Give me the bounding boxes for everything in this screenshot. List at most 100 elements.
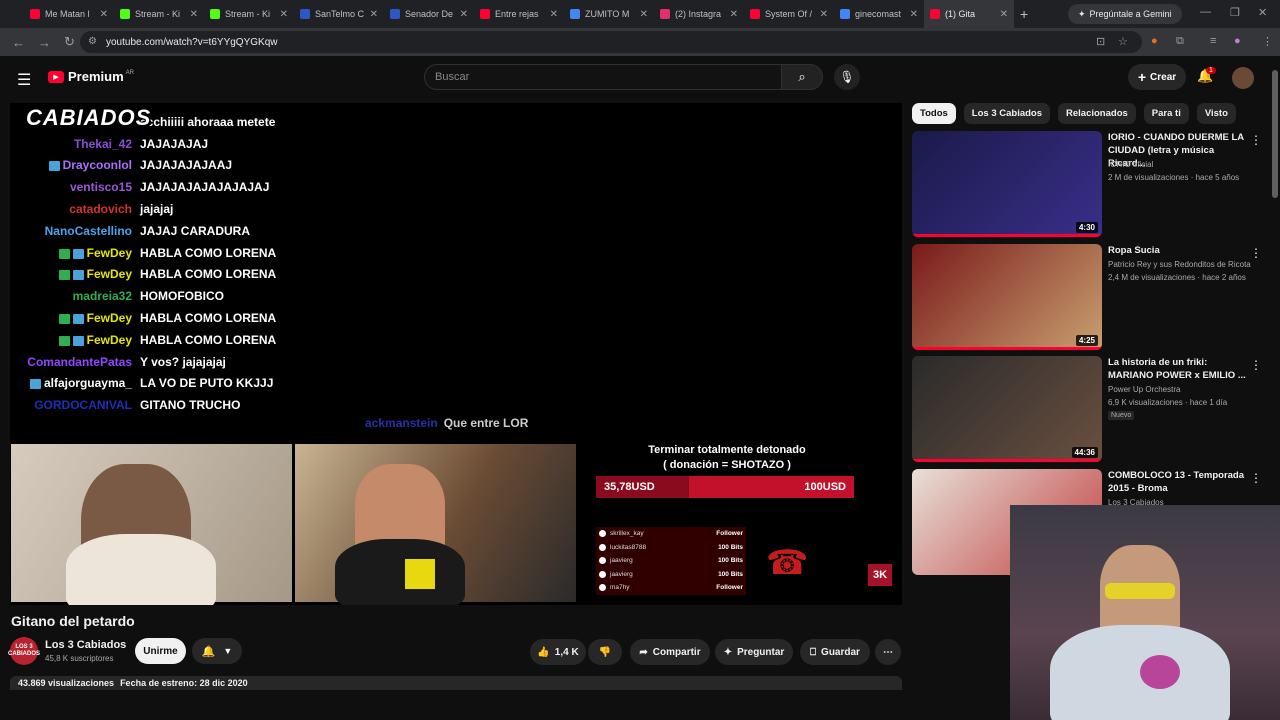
more-vertical-icon[interactable]: ⋮ xyxy=(1250,133,1262,147)
filter-chip[interactable]: Relacionados xyxy=(1058,103,1136,124)
browser-tab[interactable]: Stream - Ki ✕ xyxy=(114,0,204,28)
new-tab-icon[interactable]: + xyxy=(1020,6,1028,22)
channel-name[interactable]: Los 3 Cabiados xyxy=(45,639,126,651)
youtube-logo[interactable]: ▶ Premium AR xyxy=(48,69,134,84)
minimize-icon[interactable]: — xyxy=(1200,6,1211,18)
chat-username: FewDey xyxy=(18,311,140,325)
browser-menu-icon[interactable]: ⋮ xyxy=(1262,35,1273,48)
video-thumbnail[interactable]: 44:36 xyxy=(912,356,1102,462)
tab-close-icon[interactable]: ✕ xyxy=(100,9,108,20)
share-button[interactable]: ➦ Compartir xyxy=(630,639,710,665)
browser-tab[interactable]: ZUMITO M ✕ xyxy=(564,0,654,28)
close-window-icon[interactable]: ✕ xyxy=(1258,6,1267,19)
extensions-puzzle-icon[interactable]: ⧉ xyxy=(1176,35,1184,48)
tab-title: System Of / xyxy=(765,9,813,19)
tab-close-icon[interactable]: ✕ xyxy=(460,9,468,20)
recommended-channel[interactable]: Power Up Orchestra xyxy=(1108,385,1180,394)
back-icon[interactable]: ← xyxy=(12,35,26,50)
create-button[interactable]: + Crear xyxy=(1128,64,1186,90)
browser-tab[interactable]: ginecomast ✕ xyxy=(834,0,924,28)
chat-username: NanoCastellino xyxy=(44,223,132,238)
scrollbar[interactable] xyxy=(1272,70,1278,198)
more-actions-button[interactable]: ⋯ xyxy=(875,639,901,665)
url-field[interactable]: ⚙ youtube.com/watch?v=t6YYgQYGKqw xyxy=(80,31,1142,53)
search-button[interactable]: ⌕ xyxy=(781,64,823,90)
brand-label: Premium xyxy=(68,69,124,84)
notification-badge: 1 xyxy=(1206,67,1216,74)
browser-tab[interactable]: System Of / ✕ xyxy=(744,0,834,28)
chat-text: GITANO TRUCHO xyxy=(140,398,241,413)
tab-close-icon[interactable]: ✕ xyxy=(190,9,198,20)
filter-chip[interactable]: Para ti xyxy=(1143,103,1189,124)
hamburger-menu-icon[interactable]: ☰ xyxy=(17,70,31,90)
gemini-label: Pregúntale a Gemini xyxy=(1089,9,1172,19)
maximize-icon[interactable]: ❐ xyxy=(1230,6,1240,19)
tab-close-icon[interactable]: ✕ xyxy=(370,9,378,20)
recommended-video[interactable]: 4:25 Ropa Sucia Patricio Rey y sus Redondi… xyxy=(912,244,1272,350)
tab-close-icon[interactable]: ✕ xyxy=(550,9,558,20)
video-player[interactable]: ccchiiiii ahoraaa metete Thekai_42 JAJAJAJ… xyxy=(10,103,902,605)
browser-tab[interactable]: Entre rejas ✕ xyxy=(474,0,564,28)
tab-title: Entre rejas xyxy=(495,9,539,19)
bookmark-star-icon[interactable]: ☆ xyxy=(1118,35,1128,48)
browser-tab[interactable]: (2) Instagra ✕ xyxy=(654,0,744,28)
event-user: skrillex_kay xyxy=(610,530,644,538)
like-button[interactable]: 👍 1,4 K xyxy=(530,639,586,665)
account-avatar[interactable] xyxy=(1232,67,1254,89)
browser-tab[interactable]: (1) Gita ✕ xyxy=(924,0,1014,28)
voice-search-button[interactable]: 🎙 xyxy=(834,64,860,90)
tab-close-icon[interactable]: ✕ xyxy=(910,9,918,20)
chat-username: alfajorguayma_ xyxy=(18,376,140,390)
description-box[interactable]: 43.869 visualizaciones Fecha de estreno:… xyxy=(10,676,902,690)
browser-tab[interactable]: SanTelmo C ✕ xyxy=(294,0,384,28)
recommended-title[interactable]: Ropa Sucia xyxy=(1108,244,1248,257)
tab-favicon-icon xyxy=(660,9,670,19)
event-icon xyxy=(599,557,606,565)
video-thumbnail[interactable]: 4:25 xyxy=(912,244,1102,350)
subscriber-badge-icon xyxy=(48,161,60,172)
recommended-channel[interactable]: IORIO oficial xyxy=(1108,160,1153,169)
save-button[interactable]: ⎕ Guardar xyxy=(800,639,870,665)
chat-username: FewDey xyxy=(18,333,140,347)
chat-last-line: ackmanstein Que entre LOR xyxy=(365,416,528,430)
reload-icon[interactable]: ↻ xyxy=(64,34,78,50)
event-icon xyxy=(599,584,606,592)
site-info-icon[interactable]: ⚙ xyxy=(88,36,97,47)
recommended-video[interactable]: 44:36 La historia de un friki: MARIANO PO… xyxy=(912,356,1272,462)
search-input[interactable]: Buscar xyxy=(424,64,782,90)
filter-chip[interactable]: Todos xyxy=(912,103,956,124)
recommended-channel[interactable]: Patricio Rey y sus Redonditos de Ricota xyxy=(1108,260,1251,269)
tab-close-icon[interactable]: ✕ xyxy=(1000,9,1008,20)
event-icon xyxy=(599,543,606,551)
media-control-icon[interactable]: ≡ xyxy=(1210,35,1216,47)
extension-icon[interactable]: ● xyxy=(1151,35,1158,47)
bookmark-icon: ⎕ xyxy=(810,646,817,658)
subscription-bell-button[interactable]: 🔔 ▼ xyxy=(192,638,242,664)
recommended-title[interactable]: COMBOLOCO 13 - Temporada 2015 - Broma xyxy=(1108,469,1248,495)
filter-chip[interactable]: Visto xyxy=(1196,103,1236,124)
more-vertical-icon[interactable]: ⋮ xyxy=(1250,358,1262,372)
forward-icon[interactable]: → xyxy=(38,35,52,50)
dislike-button[interactable]: 👎 xyxy=(588,639,622,665)
install-app-icon[interactable]: ⊡ xyxy=(1096,35,1105,48)
profile-icon[interactable]: ● xyxy=(1234,35,1241,47)
channel-avatar[interactable]: LOS 3 CABIADOS xyxy=(8,637,40,665)
browser-tab[interactable]: Senador De ✕ xyxy=(384,0,474,28)
filter-chip[interactable]: Los 3 Cabiados xyxy=(963,103,1051,124)
tab-close-icon[interactable]: ✕ xyxy=(820,9,828,20)
event-type: Follower xyxy=(716,530,743,538)
more-vertical-icon[interactable]: ⋮ xyxy=(1250,471,1262,485)
join-button[interactable]: Unirme xyxy=(135,638,186,664)
recommended-video[interactable]: 4:30 IORIO - CUANDO DUERME LA CIUDAD (let… xyxy=(912,131,1272,237)
recommended-title[interactable]: La historia de un friki: MARIANO POWER x… xyxy=(1108,356,1248,382)
tab-close-icon[interactable]: ✕ xyxy=(280,9,288,20)
browser-tab[interactable]: Stream - Ki ✕ xyxy=(204,0,294,28)
chat-text: jajajaj xyxy=(140,202,174,217)
more-vertical-icon[interactable]: ⋮ xyxy=(1250,246,1262,260)
tab-close-icon[interactable]: ✕ xyxy=(640,9,648,20)
ask-button[interactable]: ✦ Preguntar xyxy=(715,639,793,665)
gemini-button[interactable]: ✦ Pregúntale a Gemini xyxy=(1068,4,1182,24)
browser-tab[interactable]: Me Matan l ✕ xyxy=(24,0,114,28)
video-thumbnail[interactable]: 4:30 xyxy=(912,131,1102,237)
tab-close-icon[interactable]: ✕ xyxy=(730,9,738,20)
